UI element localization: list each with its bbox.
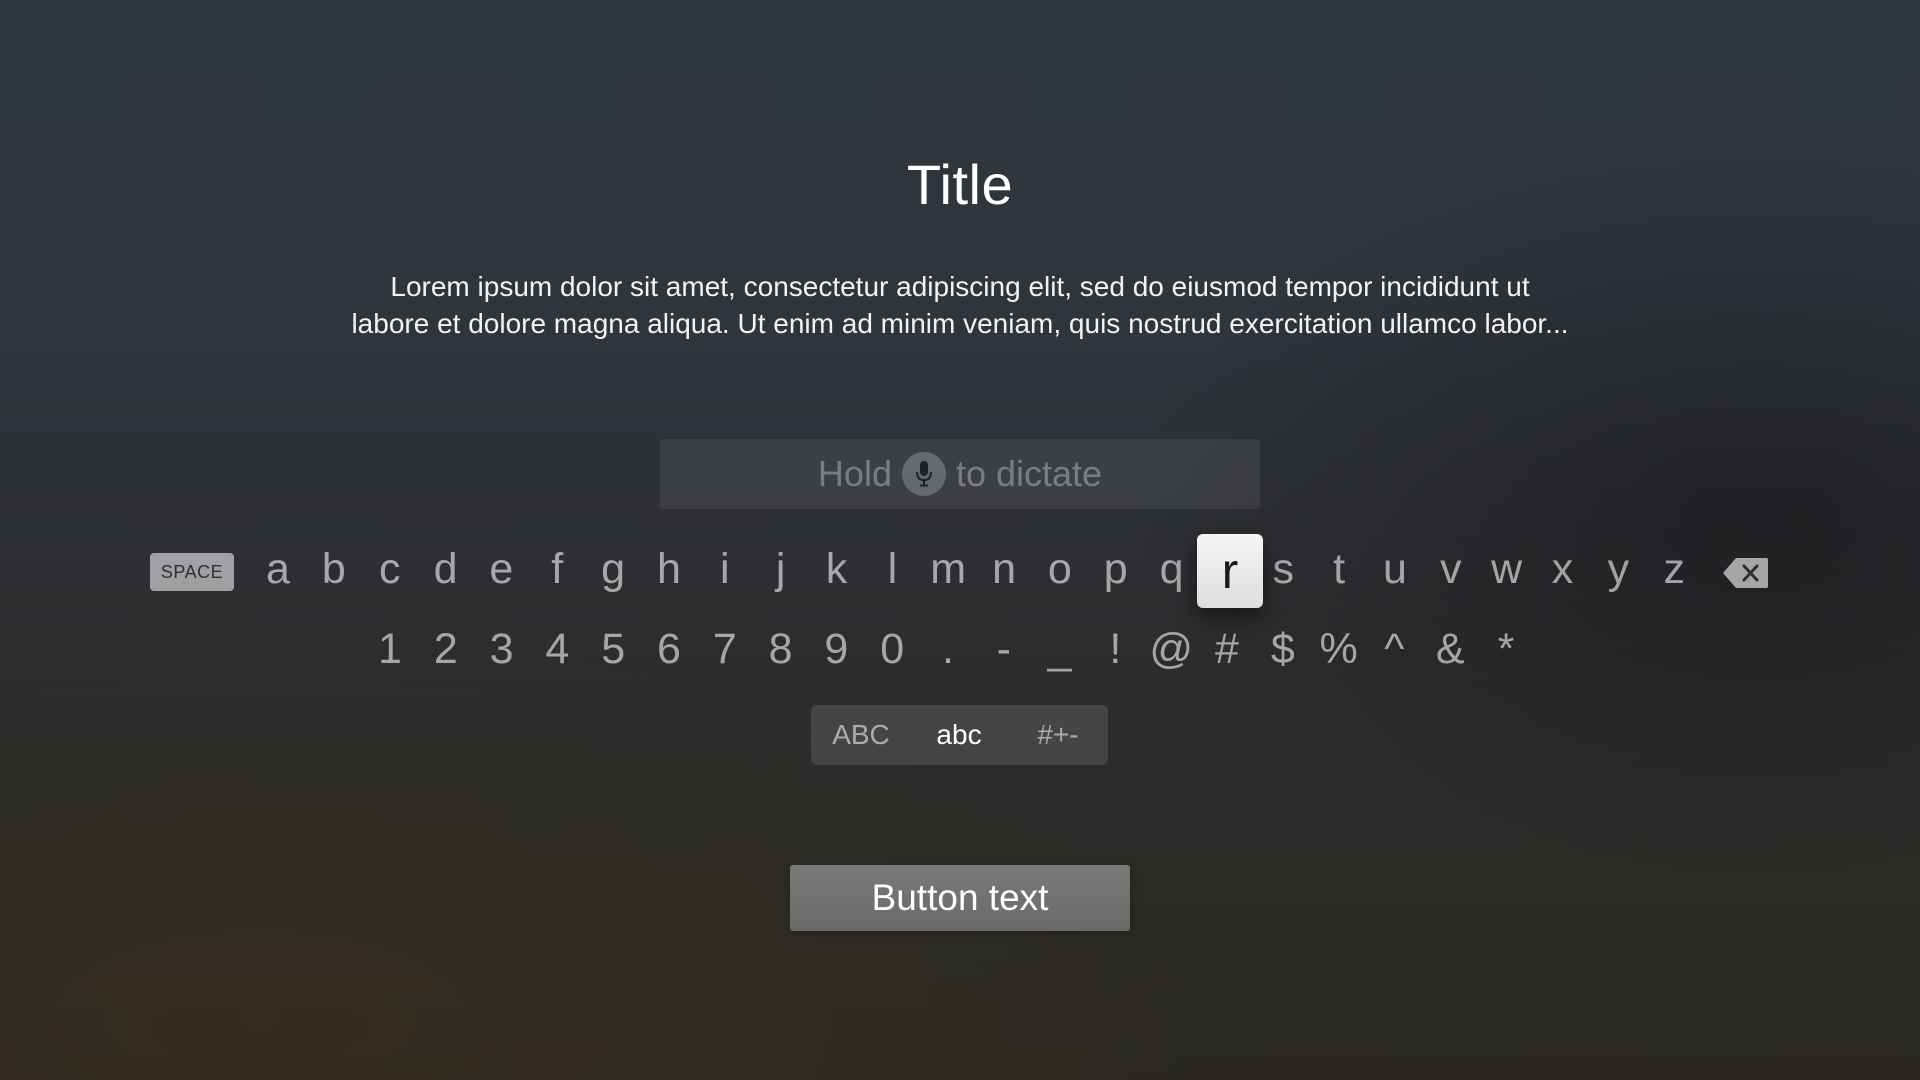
key-symbol-11[interactable]: - [976, 628, 1032, 671]
key-o[interactable]: o [1032, 548, 1088, 591]
key-k[interactable]: k [809, 548, 865, 591]
key-symbol-14[interactable]: @ [1143, 628, 1199, 671]
key-symbol-18[interactable]: ^ [1366, 628, 1422, 671]
key-symbol-5[interactable]: 6 [641, 628, 697, 671]
key-symbol-12[interactable]: _ [1032, 628, 1088, 671]
key-d[interactable]: d [418, 548, 474, 591]
key-x[interactable]: x [1535, 548, 1591, 591]
key-j[interactable]: j [753, 548, 809, 591]
key-w[interactable]: w [1479, 548, 1535, 591]
delete-backspace-icon[interactable] [1722, 556, 1770, 590]
space-key[interactable]: SPACE [150, 553, 234, 591]
mode-symbols[interactable]: #+- [1008, 705, 1108, 765]
key-b[interactable]: b [306, 548, 362, 591]
key-symbol-10[interactable]: . [920, 628, 976, 671]
key-symbol-17[interactable]: % [1311, 628, 1367, 671]
key-symbol-15[interactable]: # [1199, 628, 1255, 671]
key-n[interactable]: n [976, 548, 1032, 591]
key-symbol-7[interactable]: 8 [753, 628, 809, 671]
key-symbol-4[interactable]: 5 [585, 628, 641, 671]
key-symbol-13[interactable]: ! [1087, 628, 1143, 671]
key-e[interactable]: e [473, 548, 529, 591]
key-i[interactable]: i [697, 548, 753, 591]
key-l[interactable]: l [864, 548, 920, 591]
key-symbol-6[interactable]: 7 [697, 628, 753, 671]
key-s[interactable]: s [1255, 548, 1311, 591]
key-q[interactable]: q [1144, 548, 1200, 591]
key-symbol-1[interactable]: 2 [418, 628, 474, 671]
key-a[interactable]: a [250, 548, 306, 591]
key-m[interactable]: m [920, 548, 976, 591]
description-line-2: labore et dolore magna aliqua. Ut enim a… [351, 308, 1569, 339]
key-symbol-20[interactable]: * [1478, 628, 1534, 671]
keyboard-mode-selector: ABC abc #+- [811, 705, 1108, 765]
key-y[interactable]: y [1590, 548, 1646, 591]
dictation-suffix: to dictate [955, 453, 1103, 494]
key-symbol-9[interactable]: 0 [864, 628, 920, 671]
microphone-icon [901, 452, 946, 496]
mode-uppercase[interactable]: ABC [811, 705, 911, 765]
key-t[interactable]: t [1311, 548, 1367, 591]
key-symbol-8[interactable]: 9 [808, 628, 864, 671]
key-p[interactable]: p [1088, 548, 1144, 591]
key-h[interactable]: h [641, 548, 697, 591]
key-g[interactable]: g [585, 548, 641, 591]
dictation-prefix: Hold [817, 453, 892, 494]
key-r-focused[interactable]: r [1197, 534, 1263, 608]
key-symbol-19[interactable]: & [1422, 628, 1478, 671]
key-symbol-3[interactable]: 4 [529, 628, 585, 671]
primary-button[interactable]: Button text [790, 865, 1130, 931]
key-symbol-16[interactable]: $ [1255, 628, 1311, 671]
key-v[interactable]: v [1423, 548, 1479, 591]
key-u[interactable]: u [1367, 548, 1423, 591]
key-c[interactable]: c [362, 548, 418, 591]
key-f[interactable]: f [529, 548, 585, 591]
key-z[interactable]: z [1646, 548, 1702, 591]
mode-lowercase[interactable]: abc [909, 705, 1009, 765]
page-title: Title [906, 153, 1014, 216]
dictation-text-field[interactable]: Hold to dictate [660, 439, 1260, 509]
key-symbol-0[interactable]: 1 [362, 628, 418, 671]
description-text: Lorem ipsum dolor sit amet, consectetur … [0, 268, 1920, 342]
description-line-1: Lorem ipsum dolor sit amet, consectetur … [390, 271, 1530, 302]
key-symbol-2[interactable]: 3 [474, 628, 530, 671]
